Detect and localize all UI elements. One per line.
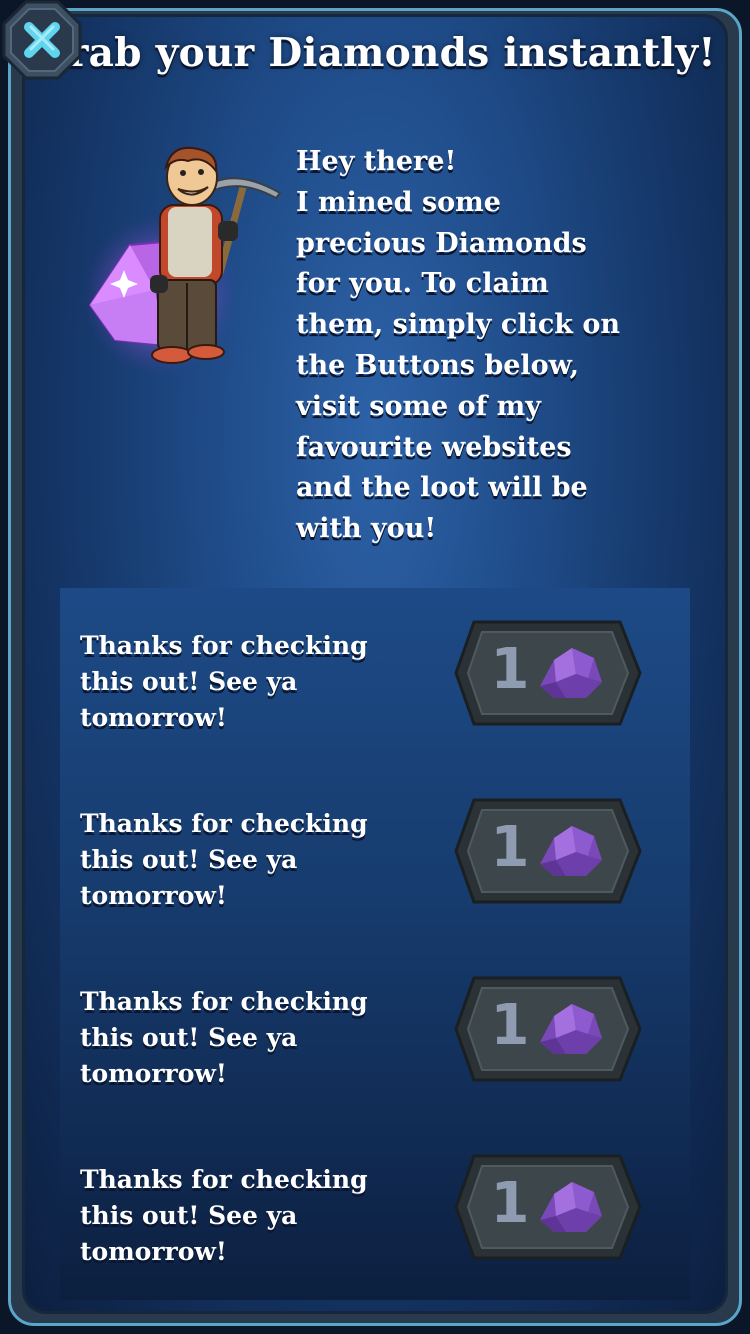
intro-line: I mined some bbox=[296, 186, 501, 218]
reward-count: 1 bbox=[490, 637, 530, 702]
diamond-icon bbox=[540, 648, 602, 698]
diamond-icon bbox=[540, 826, 602, 876]
claim-diamond-button[interactable]: 1 bbox=[454, 796, 642, 906]
offer-line: Thanks for checking bbox=[80, 809, 368, 838]
offer-line: this out! See ya bbox=[80, 1201, 298, 1230]
offer-list: Thanks for checking this out! See ya tom… bbox=[60, 588, 690, 1300]
intro-line: with you! bbox=[296, 513, 437, 545]
reward-count: 1 bbox=[490, 993, 530, 1058]
offer-row: Thanks for checking this out! See ya tom… bbox=[60, 1122, 690, 1272]
offer-message: Thanks for checking this out! See ya tom… bbox=[80, 806, 440, 914]
intro-line: and the loot will be bbox=[296, 472, 588, 504]
intro-line: visit some of my bbox=[296, 390, 541, 422]
intro-line: them, simply click on bbox=[296, 309, 621, 341]
claim-diamond-button[interactable]: 1 bbox=[454, 618, 642, 728]
offer-line: tomorrow! bbox=[80, 1059, 227, 1088]
close-button[interactable] bbox=[2, 0, 82, 80]
intro-message: Hey there! I mined some precious Diamond… bbox=[296, 142, 696, 550]
offer-line: Thanks for checking bbox=[80, 1165, 368, 1194]
reward-count: 1 bbox=[490, 815, 530, 880]
offer-message: Thanks for checking this out! See ya tom… bbox=[80, 628, 440, 736]
offer-row: Thanks for checking this out! See ya tom… bbox=[60, 766, 690, 916]
intro-line: the Buttons below, bbox=[296, 349, 580, 381]
intro-line: favourite websites bbox=[296, 431, 572, 463]
miner-character-image bbox=[80, 145, 290, 375]
offer-message: Thanks for checking this out! See ya tom… bbox=[80, 1162, 440, 1270]
dialog-title: Grab your Diamonds instantly! bbox=[34, 30, 716, 76]
offer-line: this out! See ya bbox=[80, 845, 298, 874]
offer-line: tomorrow! bbox=[80, 881, 227, 910]
diamond-icon bbox=[540, 1182, 602, 1232]
offer-line: tomorrow! bbox=[80, 703, 227, 732]
offer-line: Thanks for checking bbox=[80, 631, 368, 660]
intro-line: precious Diamonds bbox=[296, 227, 587, 259]
close-x-icon bbox=[2, 0, 82, 80]
offer-row: Thanks for checking this out! See ya tom… bbox=[60, 588, 690, 738]
claim-diamond-button[interactable]: 1 bbox=[454, 1152, 642, 1262]
offer-row: Thanks for checking this out! See ya tom… bbox=[60, 944, 690, 1094]
offer-line: this out! See ya bbox=[80, 667, 298, 696]
diamond-icon bbox=[540, 1004, 602, 1054]
offer-line: Thanks for checking bbox=[80, 987, 368, 1016]
offer-message: Thanks for checking this out! See ya tom… bbox=[80, 984, 440, 1092]
reward-count: 1 bbox=[490, 1171, 530, 1236]
intro-line: Hey there! bbox=[296, 146, 457, 177]
offer-line: tomorrow! bbox=[80, 1237, 227, 1266]
claim-diamond-button[interactable]: 1 bbox=[454, 974, 642, 1084]
intro-line: for you. To claim bbox=[296, 268, 549, 300]
offer-line: this out! See ya bbox=[80, 1023, 298, 1052]
